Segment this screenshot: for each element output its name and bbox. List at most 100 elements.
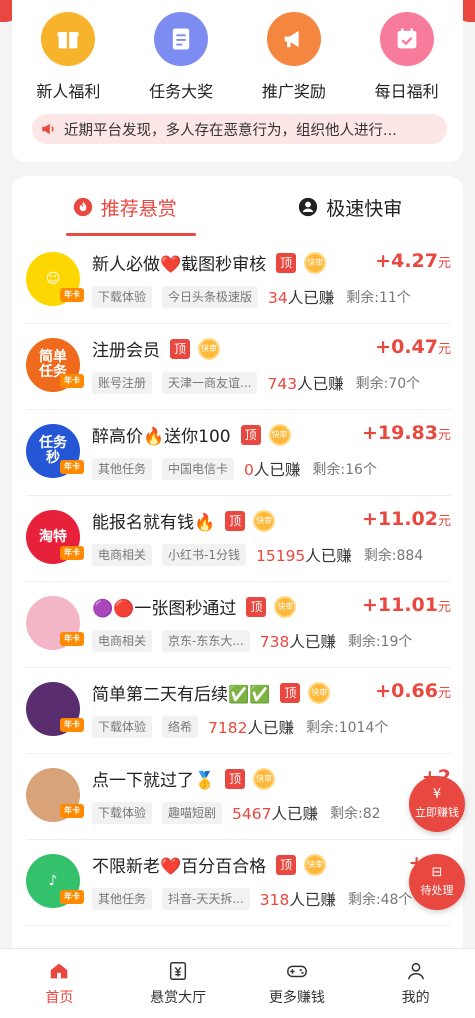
task-app-tag: 中国电信卡: [162, 458, 235, 480]
pending-label: 待处理: [420, 884, 454, 897]
document-icon: [154, 12, 209, 66]
user-icon: [299, 197, 318, 217]
task-title: 醉高价🔥送你100: [92, 427, 231, 447]
task-title-row: 🟣🔴一张图秒通过 顶 快审: [92, 594, 297, 619]
tabbar-reward-hall[interactable]: 悬赏大厅: [119, 949, 238, 1018]
person-icon: [407, 962, 424, 980]
yuan-icon: [170, 962, 187, 980]
task-title-row: 新人必做❤️截图秒审核 顶 快审: [92, 250, 327, 275]
vip-badge: 年卡: [60, 718, 84, 732]
price-prefix: +: [361, 508, 378, 530]
calendar-check-icon: [379, 12, 434, 66]
task-price: +11.02元: [362, 508, 451, 530]
task-row[interactable]: 淘特 年卡 能报名就有钱🔥 顶 快审 +11.02元 电商相关 小红书-1分钱 …: [26, 496, 451, 582]
earned-count: 743人已赚: [267, 372, 343, 394]
task-price: +0.47元: [375, 336, 451, 358]
remaining-count: 剩余:70个: [355, 376, 421, 392]
task-row[interactable]: 年卡 点一下就过了🥇 顶 快审 +2 下载体验 趣喵短剧 5467人已赚 剩余:…: [26, 754, 451, 840]
quick-item-daily[interactable]: 每日福利: [357, 12, 457, 102]
task-app-tag: 小红书-1分钱: [162, 544, 246, 566]
earned-count: 15195人已赚: [256, 544, 352, 566]
welfare-card: 新人福利 任务大奖 推广奖励 每日福利 近期平台发现，多人存在恶意行为，组织他人…: [12, 0, 463, 162]
task-row[interactable]: 任务 秒 年卡 醉高价🔥送你100 顶 快审 +19.83元 其他任务 中国电信…: [26, 410, 451, 496]
task-row[interactable]: 年卡 简单第二天有后续✅✅ 顶 快审 +0.66元 下载体验 络希 7182人已…: [26, 668, 451, 754]
fast-review-badge: 快审: [308, 681, 331, 704]
task-avatar: 淘特 年卡: [26, 510, 84, 564]
price-unit: 元: [437, 342, 451, 357]
vip-badge: 年卡: [60, 632, 84, 646]
earned-suffix: 人已赚: [247, 719, 294, 737]
vip-badge: 年卡: [60, 288, 84, 302]
earn-now-button[interactable]: ¥ 立即赚钱: [409, 776, 465, 832]
earned-number: 34: [268, 289, 288, 307]
vip-badge: 年卡: [60, 374, 84, 388]
task-app-tag: 络希: [162, 716, 199, 738]
task-price: +11.01元: [362, 594, 451, 616]
price-unit: 元: [437, 686, 451, 701]
remaining-count: 剩余:1014个: [306, 720, 389, 736]
top-badge: 顶: [276, 252, 297, 273]
price-prefix: +: [361, 422, 378, 444]
task-title: 注册会员: [92, 341, 160, 361]
top-badge: 顶: [240, 424, 261, 445]
earned-suffix: 人已赚: [297, 375, 344, 393]
quick-item-task-prize[interactable]: 任务大奖: [131, 12, 231, 102]
price-unit: 元: [437, 428, 451, 443]
price-unit: 元: [437, 514, 451, 529]
task-title-row: 简单第二天有后续✅✅ 顶 快审: [92, 680, 331, 705]
task-title: 能报名就有钱🔥: [92, 513, 216, 533]
top-badge: 顶: [246, 596, 267, 617]
quick-label: 新人福利: [36, 82, 101, 101]
tabbar-label: 我的: [401, 990, 430, 1006]
tabbar-mine[interactable]: 我的: [356, 949, 475, 1018]
task-title: 点一下就过了🥇: [92, 771, 216, 791]
price-prefix: +: [361, 594, 378, 616]
remaining-count: 剩余:11个: [346, 290, 411, 306]
quick-item-promotion[interactable]: 推广奖励: [244, 12, 344, 102]
price-prefix: +: [375, 336, 392, 358]
task-title: 不限新老❤️百分百合格: [92, 857, 267, 877]
speaker-icon: [42, 123, 54, 135]
yuan-icon: ¥: [432, 787, 442, 802]
top-badge: 顶: [276, 854, 297, 875]
task-avatar: 年卡: [26, 768, 84, 822]
task-price: +19.83元: [362, 422, 451, 444]
tab-fast-review[interactable]: 极速快审: [238, 176, 464, 238]
task-category-tag: 下载体验: [92, 286, 153, 308]
earned-suffix: 人已赚: [253, 461, 301, 479]
earned-suffix: 人已赚: [287, 289, 335, 307]
task-row[interactable]: ☺ 年卡 新人必做❤️截图秒审核 顶 快审 +4.27元 下载体验 今日头条极速…: [26, 238, 451, 324]
task-title: 新人必做❤️截图秒审核: [92, 255, 267, 275]
remaining-count: 剩余:19个: [347, 634, 413, 650]
earned-number: 7182: [208, 719, 248, 737]
task-avatar: 年卡: [26, 596, 84, 650]
tabbar-label: 悬赏大厅: [150, 990, 207, 1006]
task-app-tag: 趣喵短剧: [162, 802, 223, 824]
task-app-tag: 抖音-天天拆...: [162, 888, 250, 910]
earned-count: 0人已赚: [244, 458, 300, 480]
task-row[interactable]: 年卡 🟣🔴一张图秒通过 顶 快审 +11.01元 电商相关 京东-东东大... …: [26, 582, 451, 668]
pending-button[interactable]: ⊟ 待处理: [409, 854, 465, 910]
task-meta-row: 其他任务 抖音-天天拆... 318人已赚 剩余:48个: [92, 888, 451, 910]
task-category-tag: 其他任务: [92, 888, 153, 910]
price-prefix: +: [375, 680, 392, 702]
remaining-count: 剩余:884: [363, 548, 424, 564]
quick-item-new-user[interactable]: 新人福利: [18, 12, 118, 102]
fast-review-badge: 快审: [304, 853, 327, 876]
task-row[interactable]: ♪ 年卡 不限新老❤️百分百合格 顶 快审 +21 其他任务 抖音-天天拆...…: [26, 840, 451, 926]
task-meta-row: 电商相关 小红书-1分钱 15195人已赚 剩余:884: [92, 544, 451, 566]
vip-badge: 年卡: [60, 890, 84, 904]
task-price: +0.66元: [375, 680, 451, 702]
task-app-tag: 今日头条极速版: [162, 286, 259, 308]
quick-entry-row: 新人福利 任务大奖 推广奖励 每日福利: [12, 0, 463, 102]
top-badge: 顶: [225, 768, 246, 789]
notice-bar[interactable]: 近期平台发现，多人存在恶意行为，组织他人进行...: [32, 114, 447, 144]
task-row[interactable]: 简单 任务 年卡 注册会员 顶 快审 +0.47元 账号注册 天津一商友谊...…: [26, 324, 451, 410]
price-value: 11.01: [377, 594, 438, 616]
quick-label: 推广奖励: [261, 82, 326, 101]
task-price: +4.27元: [375, 250, 451, 272]
tab-recommended[interactable]: 推荐悬赏: [12, 176, 238, 238]
tabbar-home[interactable]: 首页: [0, 949, 119, 1018]
tabbar-more-earn[interactable]: 更多赚钱: [238, 949, 357, 1018]
bottom-tabbar: 首页 悬赏大厅 更多赚钱 我的: [0, 948, 475, 1018]
